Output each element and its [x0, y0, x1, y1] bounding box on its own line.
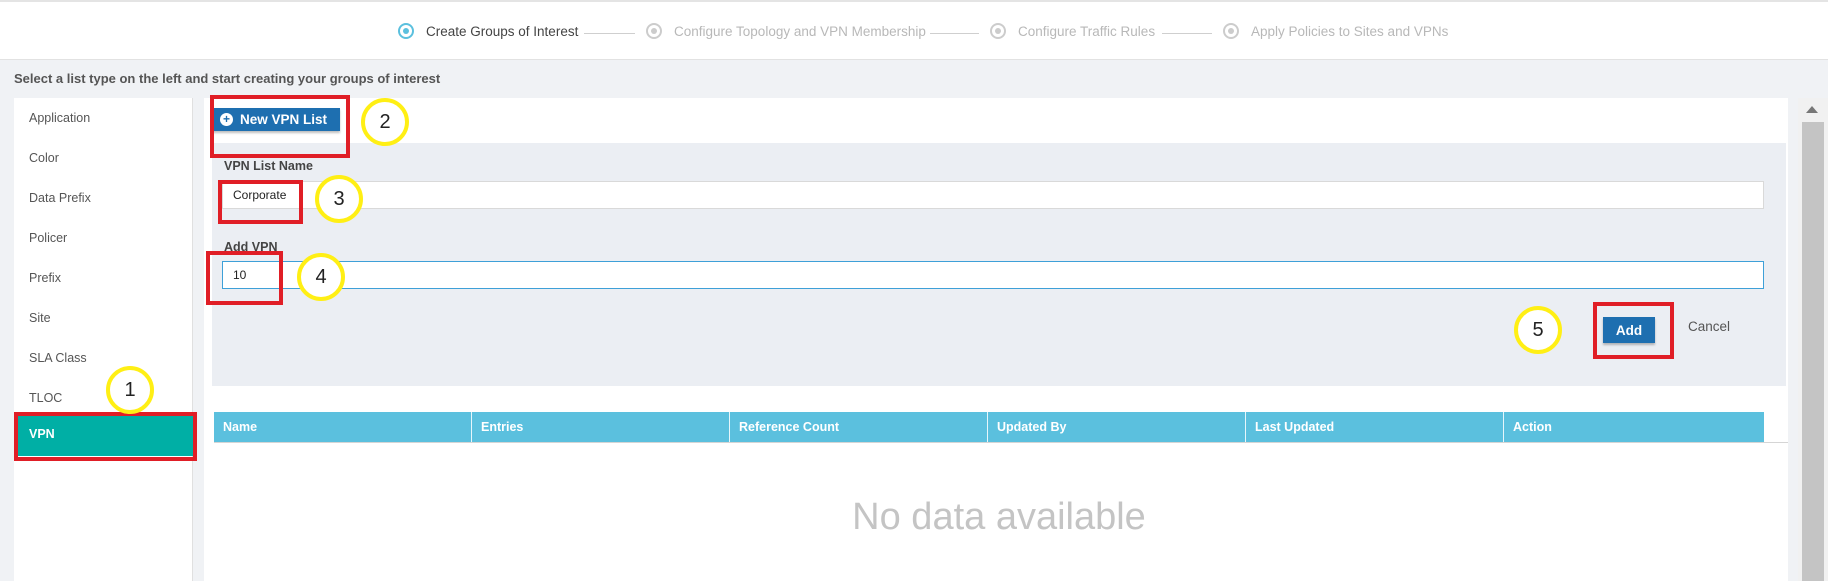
step-active-icon — [398, 23, 414, 39]
annotation-box-new-vpn-list — [210, 95, 350, 158]
annotation-marker-2: 2 — [361, 98, 409, 146]
annotation-box-vpn-id — [206, 251, 283, 305]
vpn-list-name-label: VPN List Name — [224, 159, 313, 173]
sidebar-item-policer[interactable]: Policer — [14, 218, 193, 258]
wizard-step-traffic-rules[interactable]: Configure Traffic Rules — [990, 23, 1155, 39]
annotation-box-vpn — [14, 412, 197, 461]
sidebar-item-application[interactable]: Application — [14, 98, 193, 138]
add-vpn-input[interactable] — [222, 261, 1764, 289]
step-inactive-icon — [990, 23, 1006, 39]
step-connector — [1162, 33, 1212, 34]
scrollbar-thumb[interactable] — [1802, 122, 1824, 581]
annotation-marker-3: 3 — [315, 175, 363, 223]
annotation-marker-5: 5 — [1514, 306, 1562, 354]
annotation-marker-4: 4 — [297, 253, 345, 301]
table-divider — [214, 442, 1788, 443]
sidebar-item-color[interactable]: Color — [14, 138, 193, 178]
step-inactive-icon — [646, 23, 662, 39]
step-label: Create Groups of Interest — [426, 23, 579, 39]
cancel-link[interactable]: Cancel — [1688, 319, 1730, 334]
empty-table-message: No data available — [852, 496, 1146, 538]
annotation-box-add — [1593, 302, 1674, 359]
column-header-action[interactable]: Action — [1504, 412, 1764, 442]
step-label: Configure Traffic Rules — [1018, 23, 1156, 39]
wizard-steps: Create Groups of Interest Configure Topo… — [0, 0, 1828, 60]
scroll-up-arrow-icon[interactable] — [1806, 106, 1818, 113]
column-header-entries[interactable]: Entries — [472, 412, 730, 442]
column-header-name[interactable]: Name — [214, 412, 472, 442]
wizard-step-topology[interactable]: Configure Topology and VPN Membership — [646, 23, 926, 39]
sidebar-item-data-prefix[interactable]: Data Prefix — [14, 178, 193, 218]
sidebar-item-site[interactable]: Site — [14, 298, 193, 338]
step-label: Configure Topology and VPN Membership — [674, 23, 926, 39]
sidebar-item-sla-class[interactable]: SLA Class — [14, 338, 193, 378]
step-label: Apply Policies to Sites and VPNs — [1251, 23, 1449, 39]
step-connector — [584, 33, 635, 34]
table-header: Name Entries Reference Count Updated By … — [214, 412, 1764, 442]
annotation-marker-1: 1 — [106, 366, 154, 414]
column-header-updated-by[interactable]: Updated By — [988, 412, 1246, 442]
annotation-box-list-name — [218, 180, 303, 224]
wizard-step-apply-policies[interactable]: Apply Policies to Sites and VPNs — [1223, 23, 1448, 39]
list-type-sidebar: Application Color Data Prefix Policer Pr… — [14, 98, 193, 581]
column-header-last-updated[interactable]: Last Updated — [1246, 412, 1504, 442]
step-connector — [930, 33, 979, 34]
instruction-text: Select a list type on the left and start… — [14, 71, 441, 86]
sidebar-item-prefix[interactable]: Prefix — [14, 258, 193, 298]
wizard-step-create-groups[interactable]: Create Groups of Interest — [398, 23, 578, 39]
vpn-list-name-input[interactable] — [222, 181, 1764, 209]
step-inactive-icon — [1223, 23, 1239, 39]
column-header-reference-count[interactable]: Reference Count — [730, 412, 988, 442]
